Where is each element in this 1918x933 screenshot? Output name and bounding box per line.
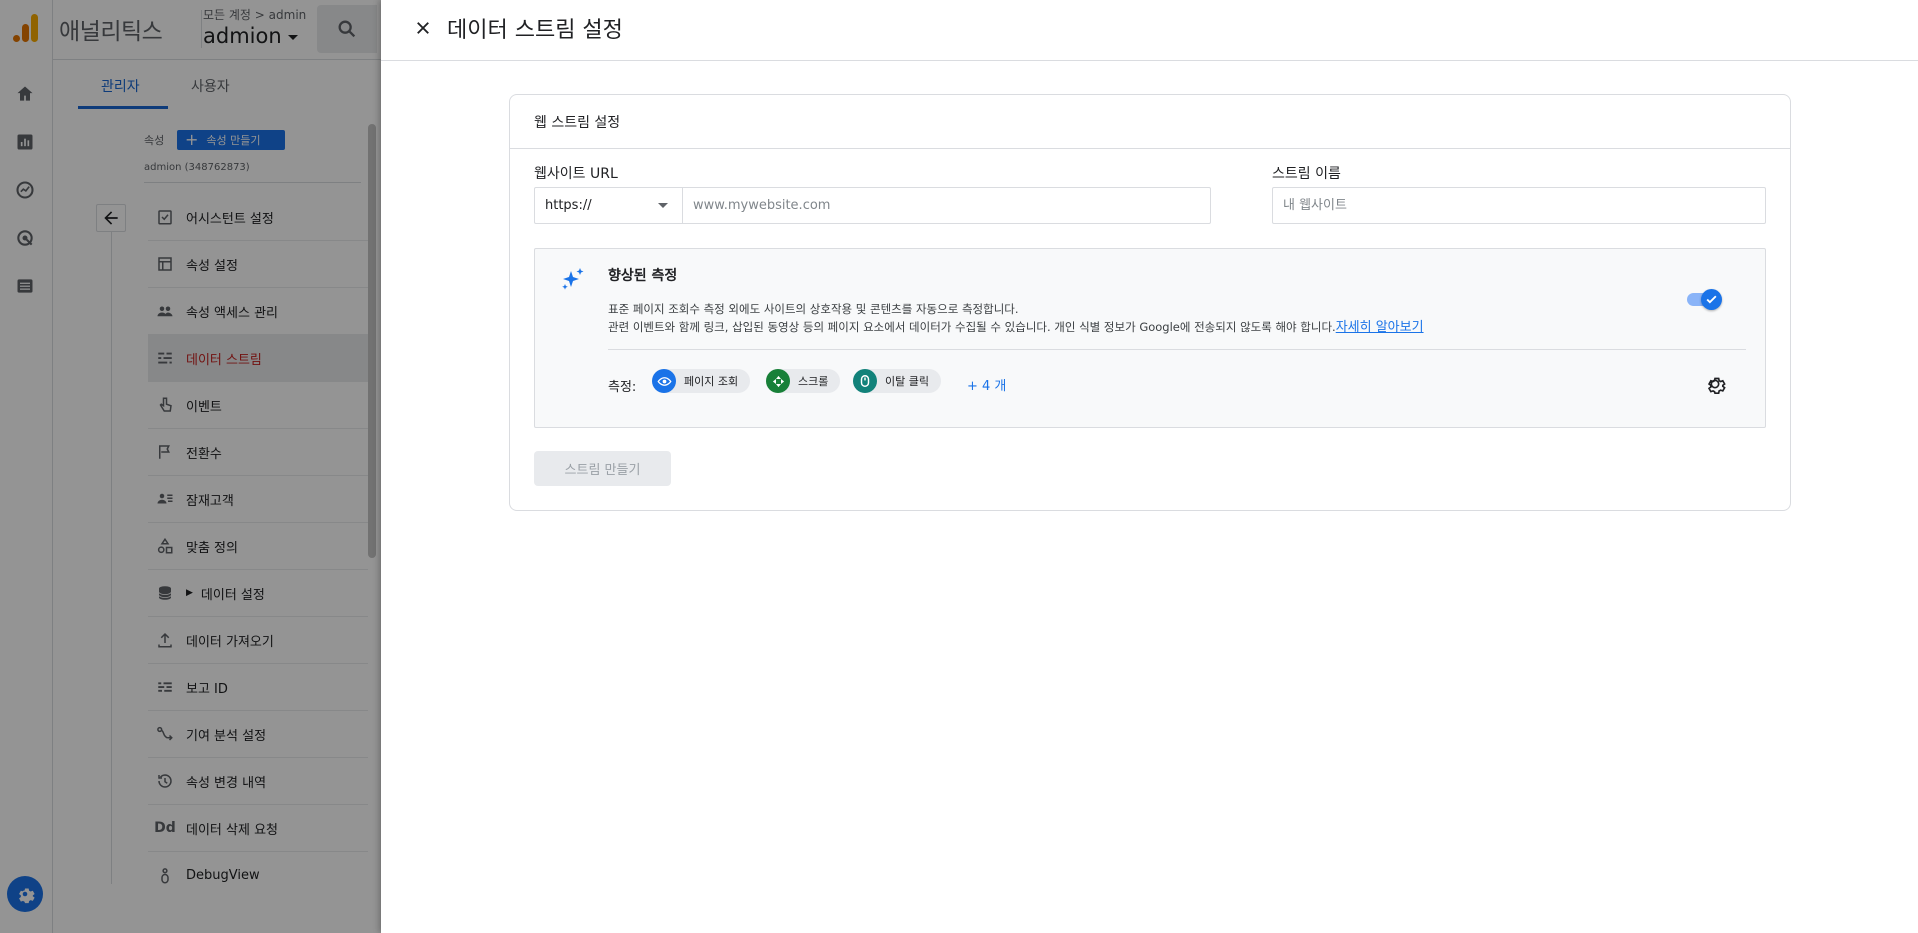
- chip-label: 페이지 조회: [684, 375, 739, 388]
- card-title: 웹 스트림 설정: [534, 115, 621, 131]
- website-url-input[interactable]: [683, 188, 1210, 223]
- drawer-header: 데이터 스트림 설정: [381, 0, 1918, 61]
- protocol-value: https://: [545, 198, 592, 213]
- mouse-icon: [853, 369, 877, 393]
- chip-page-views: 페이지 조회: [652, 369, 751, 393]
- measurement-settings-button[interactable]: [1703, 372, 1727, 396]
- description-line-2: 관련 이벤트와 함께 링크, 삽입된 동영상 등의 페이지 요소에서 데이터가 …: [608, 318, 1608, 337]
- web-stream-card: 웹 스트림 설정 웹사이트 URL https:// 스트림 이름 향상된 측정…: [509, 94, 1791, 511]
- dropdown-arrow-icon: [658, 203, 668, 208]
- chip-label: 스크롤: [798, 375, 829, 388]
- stream-name-label: 스트림 이름: [1272, 166, 1341, 182]
- enhanced-measurement-description: 표준 페이지 조회수 측정 외에도 사이트의 상호작용 및 콘텐츠를 자동으로 …: [608, 300, 1608, 337]
- check-icon: [1706, 295, 1717, 304]
- divider: [510, 148, 1790, 149]
- enhanced-measurement-toggle[interactable]: [1685, 289, 1723, 311]
- url-field-group: https://: [534, 187, 1211, 224]
- gear-icon: [1707, 377, 1726, 394]
- drawer-title: 데이터 스트림 설정: [447, 18, 623, 43]
- url-label: 웹사이트 URL: [534, 166, 618, 182]
- sparkle-icon: [562, 268, 584, 290]
- chip-outbound-clicks: 이탈 클릭: [853, 369, 941, 393]
- scroll-icon: [766, 369, 790, 393]
- divider: [608, 349, 1746, 350]
- learn-more-link[interactable]: 자세히 알아보기: [1336, 320, 1424, 335]
- description-line: 표준 페이지 조회수 측정 외에도 사이트의 상호작용 및 콘텐츠를 자동으로 …: [608, 302, 1019, 316]
- data-stream-drawer: 데이터 스트림 설정 웹 스트림 설정 웹사이트 URL https:// 스트…: [381, 0, 1918, 933]
- toggle-knob: [1701, 289, 1722, 310]
- close-button[interactable]: [411, 16, 435, 40]
- enhanced-measurement-box: 향상된 측정 표준 페이지 조회수 측정 외에도 사이트의 상호작용 및 콘텐츠…: [534, 248, 1766, 428]
- description-text: 관련 이벤트와 함께 링크, 삽입된 동영상 등의 페이지 요소에서 데이터가 …: [608, 320, 1336, 334]
- more-events-link[interactable]: + 4 개: [967, 375, 1006, 394]
- eye-icon: [652, 369, 676, 393]
- scrim-overlay[interactable]: [0, 0, 381, 933]
- chip-scroll: 스크롤: [766, 369, 841, 393]
- create-stream-button[interactable]: 스트림 만들기: [534, 451, 671, 486]
- protocol-select[interactable]: https://: [535, 188, 683, 223]
- chip-label: 이탈 클릭: [885, 375, 929, 388]
- stream-name-input[interactable]: [1272, 187, 1766, 224]
- measurement-label: 측정:: [608, 380, 637, 395]
- enhanced-measurement-title: 향상된 측정: [608, 268, 678, 284]
- close-icon: [417, 22, 429, 34]
